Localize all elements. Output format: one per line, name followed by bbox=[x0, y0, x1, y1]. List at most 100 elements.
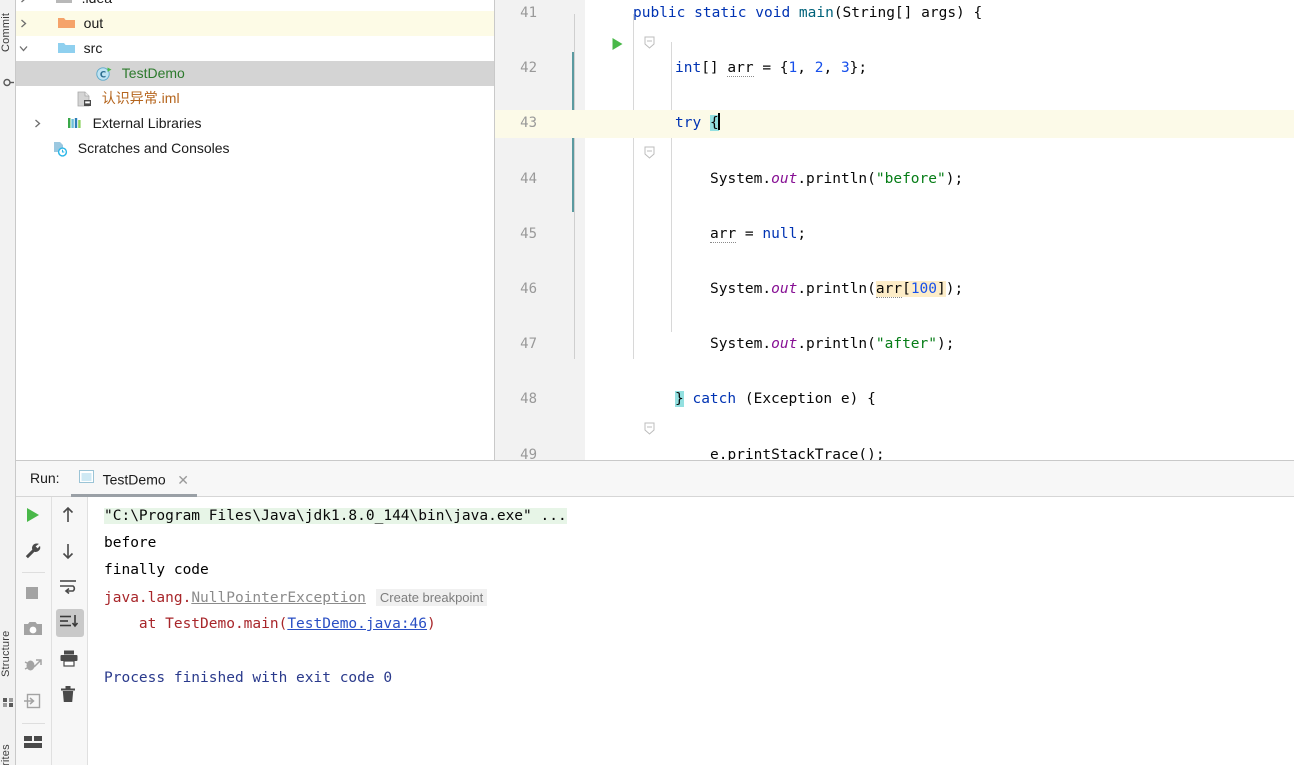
soft-wrap-button[interactable] bbox=[52, 569, 88, 605]
console-line: finally code bbox=[104, 562, 209, 578]
code-line[interactable]: 46 System.out.println(arr[100]); bbox=[495, 276, 1294, 304]
left-tool-strip: Commit Structure rites bbox=[0, 0, 16, 765]
dump-threads-button[interactable] bbox=[16, 648, 52, 684]
run-toolbar-left bbox=[16, 497, 52, 765]
chevron-down-icon[interactable] bbox=[16, 36, 32, 61]
toolbar-separator bbox=[22, 723, 45, 724]
tree-row-external-libraries[interactable]: External Libraries bbox=[16, 111, 494, 136]
chevron-right-icon[interactable] bbox=[30, 111, 46, 136]
screenshot-button[interactable] bbox=[16, 612, 52, 648]
run-toolbar-console bbox=[52, 497, 88, 765]
console-exception-line: java.lang.NullPointerException Create bre… bbox=[104, 584, 1294, 611]
structure-grid-icon[interactable] bbox=[3, 696, 14, 707]
console-stack-line: at TestDemo.main(TestDemo.java:46) bbox=[104, 611, 1294, 638]
scroll-to-end-button[interactable] bbox=[52, 605, 88, 641]
sidebar-item-favorites[interactable]: rites bbox=[0, 735, 16, 765]
folder-blue-icon bbox=[57, 36, 75, 61]
java-class-run-icon: C bbox=[96, 61, 113, 86]
line-number: 45 bbox=[520, 225, 537, 242]
create-breakpoint-hint[interactable]: Create breakpoint bbox=[375, 589, 488, 606]
print-button[interactable] bbox=[52, 641, 88, 677]
line-number: 44 bbox=[520, 170, 537, 187]
code-text: System.out.println("after"); bbox=[710, 336, 955, 353]
exception-name[interactable]: NullPointerException bbox=[191, 590, 366, 606]
code-text: System.out.println(arr[100]); bbox=[710, 280, 964, 298]
line-number: 48 bbox=[520, 391, 537, 408]
line-number: 41 bbox=[520, 5, 537, 21]
tree-label-iml: 认识异常.iml bbox=[101, 90, 180, 106]
tree-label-external-libraries: External Libraries bbox=[92, 115, 202, 131]
clear-all-button[interactable] bbox=[52, 677, 88, 713]
libraries-bars-icon bbox=[67, 111, 84, 136]
layout-button[interactable] bbox=[16, 727, 52, 763]
tree-label-src: src bbox=[83, 40, 103, 56]
stack-frame-link[interactable]: TestDemo.java:46 bbox=[287, 616, 427, 632]
down-button[interactable] bbox=[52, 533, 88, 569]
up-button[interactable] bbox=[52, 497, 88, 533]
run-tab-testdemo[interactable]: TestDemo ✕ bbox=[71, 461, 198, 498]
code-text: e.printStackTrace(); bbox=[710, 446, 885, 460]
tree-row-testdemo[interactable]: C TestDemo bbox=[16, 61, 494, 86]
console-process-line: Process finished with exit code 0 bbox=[104, 670, 393, 686]
line-number: 49 bbox=[520, 446, 537, 460]
code-editor[interactable]: 41 public static void main(String[] args… bbox=[495, 0, 1294, 460]
export-button[interactable] bbox=[16, 684, 52, 720]
sidebar-item-commit[interactable]: Commit bbox=[0, 2, 16, 62]
chevron-right-icon[interactable] bbox=[16, 0, 32, 11]
tree-row-scratches[interactable]: Scratches and Consoles bbox=[16, 136, 494, 161]
console-command-line: "C:\Program Files\Java\jdk1.8.0_144\bin\… bbox=[104, 503, 1294, 530]
stack-frame-text: at TestDemo.main( bbox=[104, 616, 288, 632]
stack-frame-close: ) bbox=[427, 616, 436, 632]
code-line[interactable]: 49 e.printStackTrace(); bbox=[495, 442, 1294, 460]
chevron-right-icon[interactable] bbox=[16, 11, 32, 36]
code-line[interactable]: 41 public static void main(String[] args… bbox=[495, 0, 1294, 50]
exception-package: java.lang. bbox=[104, 590, 192, 606]
svg-text:C: C bbox=[100, 71, 106, 81]
run-config-icon bbox=[79, 462, 99, 498]
tree-row-idea[interactable]: .idea bbox=[16, 0, 494, 11]
run-tool-window: Run: TestDemo ✕ "C:\Program Files\Java\j… bbox=[16, 460, 1294, 765]
close-icon[interactable]: ✕ bbox=[177, 462, 189, 498]
edit-config-button[interactable] bbox=[16, 533, 52, 569]
folder-orange-icon bbox=[57, 11, 75, 36]
line-number: 47 bbox=[520, 336, 537, 353]
code-text: arr = null; bbox=[710, 225, 807, 243]
console-command-text: "C:\Program Files\Java\jdk1.8.0_144\bin\… bbox=[104, 508, 567, 524]
tree-label-out: out bbox=[83, 15, 104, 31]
line-number: 42 bbox=[520, 60, 537, 77]
folder-gray-icon bbox=[55, 0, 73, 11]
code-text: public static void main(String[] args) { bbox=[633, 5, 983, 21]
tree-label-testdemo: TestDemo bbox=[121, 65, 185, 81]
code-text: int[] arr = {1, 2, 3}; bbox=[675, 60, 868, 78]
toolbar-separator bbox=[22, 572, 45, 573]
code-text: System.out.println("before"); bbox=[710, 170, 964, 187]
code-line[interactable]: 48 } catch (Exception e) { bbox=[495, 386, 1294, 435]
run-body: "C:\Program Files\Java\jdk1.8.0_144\bin\… bbox=[16, 497, 1294, 765]
run-window-label: Run: bbox=[30, 470, 60, 486]
code-line[interactable]: 44 System.out.println("before"); bbox=[495, 166, 1294, 194]
tree-row-src[interactable]: src bbox=[16, 36, 494, 61]
code-line[interactable]: 45 arr = null; bbox=[495, 221, 1294, 249]
code-line[interactable]: 47 System.out.println("after"); bbox=[495, 331, 1294, 359]
code-line-current[interactable]: 43 try { bbox=[495, 110, 1294, 159]
console-output[interactable]: "C:\Program Files\Java\jdk1.8.0_144\bin\… bbox=[104, 497, 1294, 765]
tree-row-iml[interactable]: 认识异常.iml bbox=[16, 86, 494, 111]
tree-label-idea: .idea bbox=[77, 0, 112, 11]
tree-label-scratches: Scratches and Consoles bbox=[77, 140, 230, 156]
ide-window: Commit Structure rites out src C TestDem… bbox=[0, 0, 1294, 765]
stop-button[interactable] bbox=[16, 576, 52, 612]
code-text: try { bbox=[675, 113, 720, 132]
line-number: 43 bbox=[520, 115, 537, 132]
scratches-clock-icon bbox=[52, 136, 69, 161]
code-line[interactable]: 42 int[] arr = {1, 2, 3}; bbox=[495, 55, 1294, 83]
sidebar-item-structure[interactable]: Structure bbox=[0, 620, 16, 688]
rerun-button[interactable] bbox=[16, 497, 52, 533]
tree-row-out[interactable]: out bbox=[16, 11, 494, 36]
console-line: before bbox=[104, 535, 157, 551]
line-number: 46 bbox=[520, 280, 537, 297]
run-tab-bar: Run: TestDemo ✕ bbox=[16, 461, 1294, 497]
project-tree-panel: .idea out src bbox=[16, 0, 495, 460]
commit-node-icon[interactable] bbox=[3, 76, 14, 87]
iml-module-icon bbox=[76, 86, 93, 111]
